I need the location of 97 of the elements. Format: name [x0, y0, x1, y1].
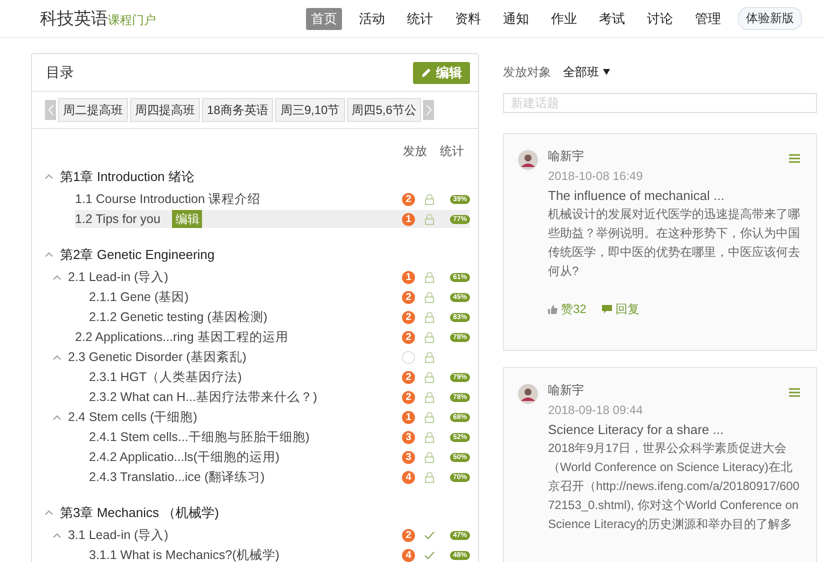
count-badge: 2 [402, 370, 415, 384]
lesson-title[interactable]: 2.4.2 Applicatio...ls(干细胞的运用) [89, 448, 280, 466]
chevron-right-icon [426, 104, 432, 116]
caret-icon[interactable] [45, 510, 53, 515]
scroll-right-button[interactable] [423, 100, 434, 120]
count-badge: 2 [402, 390, 415, 404]
count-badge: 1 [402, 410, 415, 424]
caret-icon[interactable] [53, 532, 61, 538]
lock-icon[interactable] [424, 412, 435, 422]
chapter-title[interactable]: 第2章 Genetic Engineering [60, 246, 215, 264]
lock-icon[interactable] [424, 472, 435, 482]
post-body: 2018年9月17日，世界公众科学素质促进大会（World Conference on Science Literacy)在北京召开（http://news.ifeng.com/a/20180917/60072153_0.shtml), 你对这个World Conference on Science Literacy的历史渊源和举办目的了解多 [548, 440, 800, 533]
menu-icon[interactable] [789, 388, 800, 397]
caret-icon[interactable] [45, 252, 53, 257]
lock-icon[interactable] [424, 332, 435, 342]
audience-dropdown[interactable]: 全部班 [563, 64, 610, 80]
lesson-title[interactable]: 2.2 Applications...ring 基因工程的运用 [75, 328, 288, 346]
lock-icon[interactable] [424, 432, 435, 442]
lock-icon[interactable] [424, 372, 435, 382]
class-tab[interactable]: 周四5,6节公 [346, 98, 422, 122]
nav-tab[interactable]: 考试 [594, 8, 630, 30]
pencil-icon [421, 67, 432, 78]
lesson-title[interactable]: 2.4.1 Stem cells...干细胞与胚胎干细胞) [89, 428, 310, 446]
nav-tab[interactable]: 作业 [546, 8, 582, 30]
avatar-icon [518, 384, 538, 404]
count-badge: 3 [402, 430, 415, 444]
caret-icon[interactable] [53, 414, 61, 420]
column-header: 发放 [403, 143, 427, 160]
author-name[interactable]: 喻新宇 [548, 148, 779, 165]
post-time: 2018-09-18 09:44 [548, 403, 644, 417]
chapter-title[interactable]: 第1章 Introduction 绪论 [60, 168, 194, 186]
menu-icon[interactable] [789, 154, 800, 163]
lesson-title[interactable]: 2.3.2 What can H...基因疗法带来什么？) [89, 388, 318, 406]
check-icon[interactable] [424, 530, 435, 540]
lock-icon[interactable] [424, 312, 435, 322]
caret-icon[interactable] [45, 174, 53, 179]
lock-icon[interactable] [424, 352, 435, 362]
lock-icon[interactable] [424, 292, 435, 302]
count-badge: 2 [402, 290, 415, 304]
lesson-title[interactable]: 2.3 Genetic Disorder (基因紊乱) [68, 348, 246, 366]
chevron-left-icon [48, 104, 54, 116]
empty-circle-icon [402, 350, 415, 364]
lock-icon[interactable] [424, 194, 435, 204]
avatar-icon [518, 150, 538, 170]
count-badge: 3 [402, 450, 415, 464]
column-header: 统计 [440, 143, 464, 160]
count-badge: 4 [402, 470, 415, 484]
nav-tab[interactable]: 管理 [690, 8, 726, 30]
nav-tab[interactable]: 统计 [402, 8, 438, 30]
count-badge: 2 [402, 192, 415, 206]
count-badge: 2 [402, 528, 415, 542]
lesson-title[interactable]: 2.4.3 Translatio...ice (翻译练习) [89, 468, 265, 486]
lesson-title[interactable]: 3.1 Lead-in (导入) [68, 526, 168, 544]
scroll-left-button[interactable] [45, 100, 56, 120]
lesson-title[interactable]: 3.1.1 What is Mechanics?(机械学) [89, 546, 280, 562]
chapter-title[interactable]: 第3章 Mechanics （机械学) [60, 504, 219, 522]
count-badge: 2 [402, 330, 415, 344]
check-icon[interactable] [424, 550, 435, 560]
site-subtitle: 课程门户 [108, 12, 156, 29]
comment-icon[interactable] [602, 305, 612, 314]
count-badge: 1 [402, 212, 415, 226]
class-tab[interactable]: 周二提高班 [58, 98, 128, 122]
caret-icon[interactable] [53, 354, 61, 360]
post-title[interactable]: The influence of mechanical ... [548, 188, 802, 203]
caret-icon[interactable] [53, 274, 61, 280]
lesson-title[interactable]: 2.1 Lead-in (导入) [68, 268, 168, 286]
nav-tab[interactable]: 资料 [450, 8, 486, 30]
lock-icon[interactable] [424, 452, 435, 462]
post-body: 机械设计的发展对近代医学的迅速提高带来了哪些助益？举例说明。在这种形势下，你认为中国传统医学，即中医的优势在哪里，中医应该何去何从? [548, 206, 801, 280]
lesson-title[interactable]: 1.1 Course Introduction 课程介绍 [75, 190, 260, 208]
nav-tab[interactable]: 讨论 [642, 8, 678, 30]
thumbs-up-icon[interactable] [548, 305, 558, 314]
lesson-title[interactable]: 1.2 Tips for you [75, 212, 160, 226]
class-tab[interactable]: 周四提高班 [130, 98, 200, 122]
count-badge: 1 [402, 270, 415, 284]
lock-icon[interactable] [424, 214, 435, 224]
count-badge: 4 [402, 548, 415, 562]
new-version-button[interactable]: 体验新版 [738, 7, 802, 30]
post-time: 2018-10-08 16:49 [548, 169, 644, 183]
author-name[interactable]: 喻新宇 [548, 382, 779, 399]
count-badge: 2 [402, 310, 415, 324]
lesson-title[interactable]: 2.1.2 Genetic testing (基因检测) [89, 308, 268, 326]
lesson-title[interactable]: 2.1.1 Gene (基因) [89, 288, 189, 306]
nav-tab[interactable]: 首页 [306, 8, 342, 30]
lesson-title[interactable]: 2.4 Stem cells (干细胞) [68, 408, 198, 426]
panel-title: 目录 [46, 64, 74, 82]
lock-icon[interactable] [424, 272, 435, 282]
audience-label: 发放对象 [503, 64, 551, 80]
site-title: 科技英语 [40, 8, 108, 30]
caret-icon [603, 69, 610, 75]
class-tab[interactable]: 18商务英语 [202, 98, 274, 122]
nav-tab[interactable]: 通知 [498, 8, 534, 30]
class-tab[interactable]: 周三9,10节 [275, 98, 345, 122]
lesson-title[interactable]: 2.3.1 HGT（人类基因疗法) [89, 368, 242, 386]
post-title[interactable]: Science Literacy for a share ... [548, 422, 802, 437]
nav-tab[interactable]: 活动 [354, 8, 390, 30]
lock-icon[interactable] [424, 392, 435, 402]
